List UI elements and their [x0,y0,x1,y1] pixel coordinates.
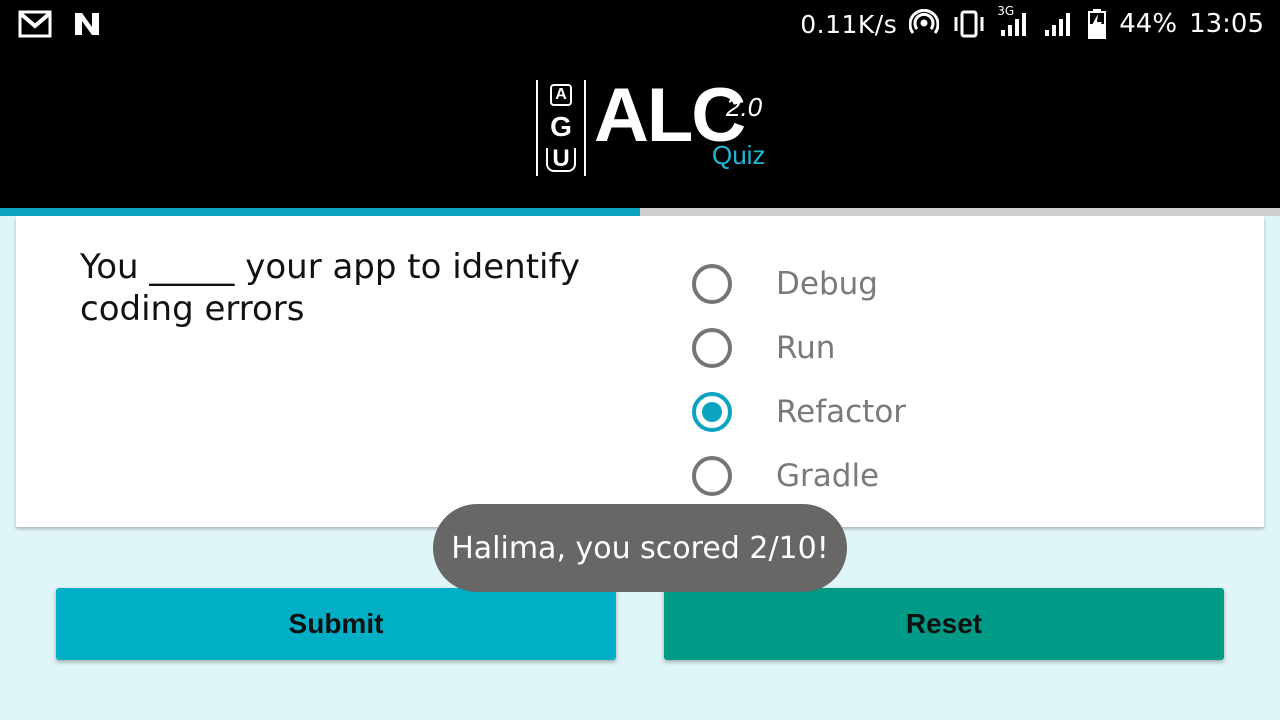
option-label: Run [776,330,836,366]
network-type-label: 3G [997,4,1015,18]
option-refactor[interactable]: Refactor [692,380,906,444]
signal-3g-icon: 3G [997,4,1031,38]
vibrate-icon [951,9,987,39]
logo-version: 2.0 [726,92,763,122]
gmail-icon [18,9,52,39]
clock: 13:05 [1189,9,1264,39]
option-debug[interactable]: Debug [692,252,906,316]
logo-letter-a: A [550,84,572,106]
quiz-progress-fill [0,208,640,216]
battery-charging-icon [1087,8,1107,40]
reset-button[interactable]: Reset [664,588,1224,660]
radio-button[interactable] [692,328,732,368]
option-run[interactable]: Run [692,316,906,380]
radio-button[interactable] [692,392,732,432]
network-speed: 0.11K/s [800,9,898,39]
signal-icon [1043,10,1075,38]
logo-quiz: Quiz [712,140,766,170]
app-header: A G U ALC 2.0 Quiz [0,50,1280,208]
question-card: You _____ your app to identify coding er… [16,216,1264,527]
nfc-icon [72,9,102,39]
logo-letter-g: G [550,111,572,142]
score-toast: Halima, you scored 2/10! [433,504,847,592]
option-label: Refactor [776,394,907,430]
submit-button[interactable]: Submit [56,588,616,660]
battery-percent: 44% [1119,9,1178,39]
alc-quiz-logo: A G U ALC 2.0 Quiz [536,78,786,176]
question-text: You _____ your app to identify coding er… [80,247,580,329]
logo-letter-u: U [546,147,576,172]
status-bar: 0.11K/s 3G 44% 13:05 [0,0,1280,50]
radio-button[interactable] [692,264,732,304]
answer-options: Debug Run Refactor Gradle [692,252,906,508]
option-label: Gradle [776,458,880,494]
quiz-progress-bar [0,208,1280,216]
option-gradle[interactable]: Gradle [692,444,906,508]
option-label: Debug [776,266,878,302]
radio-button[interactable] [692,456,732,496]
logo-side-badge: A G U [536,80,586,176]
hotspot-icon [909,9,940,39]
